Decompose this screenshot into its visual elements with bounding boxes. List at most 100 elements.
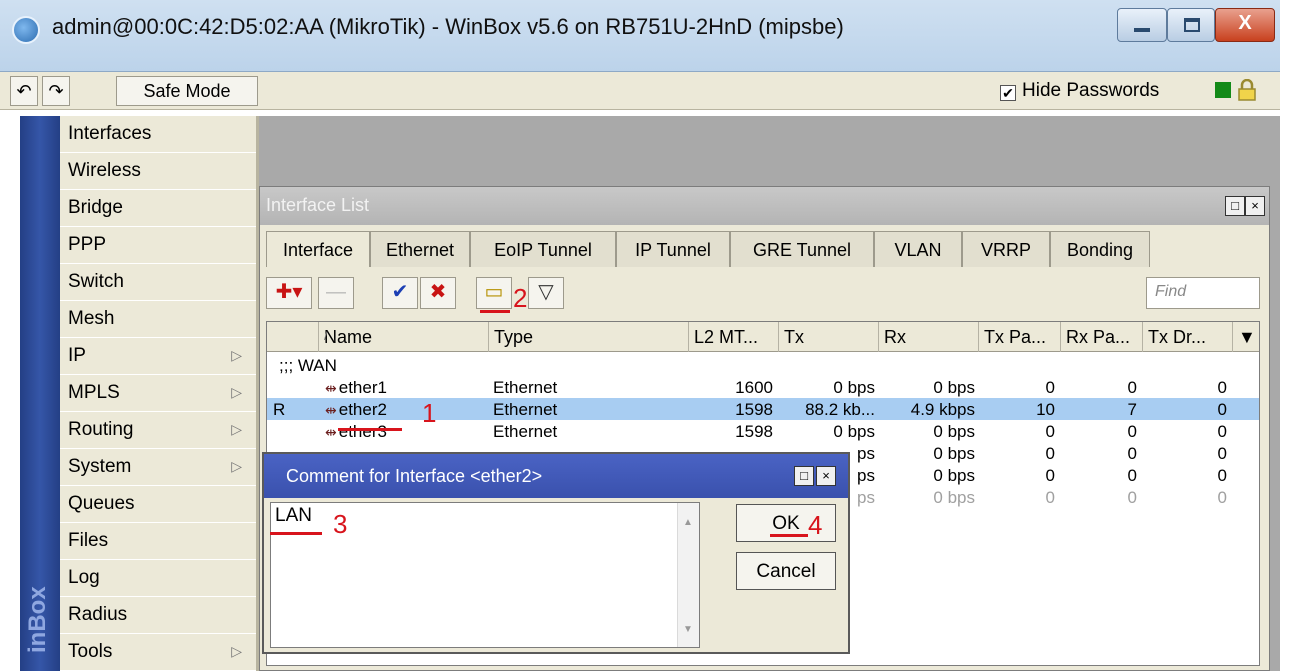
sidebar-item-ip[interactable]: IP ▷ xyxy=(60,338,256,375)
interface-list-maximize-button[interactable]: □ xyxy=(1225,196,1245,216)
submenu-arrow-icon: ▷ xyxy=(231,347,242,363)
submenu-arrow-icon: ▷ xyxy=(231,421,242,437)
interface-list-title: Interface List xyxy=(266,195,370,215)
disable-icon[interactable]: ✖ xyxy=(420,277,456,309)
step3-underline xyxy=(270,532,322,535)
table-row-selected[interactable]: R ⇹ ether2 Ethernet 1598 88.2 kb... 4.9 k… xyxy=(267,398,1259,420)
tab-bonding[interactable]: Bonding xyxy=(1050,231,1150,267)
sidebar-menu: Interfaces Wireless Bridge PPP Switch Me… xyxy=(60,116,256,671)
column-type[interactable]: Type xyxy=(489,322,689,352)
comment-dialog-titlebar[interactable]: Comment for Interface <ether2> □ × xyxy=(264,454,848,498)
sidebar-item-radius[interactable]: Radius xyxy=(60,597,256,634)
checkbox-check-icon[interactable]: ✔ xyxy=(1000,85,1016,101)
hide-passwords-label: Hide Passwords xyxy=(1022,80,1160,101)
maximize-icon xyxy=(1184,18,1200,32)
close-button[interactable]: X xyxy=(1215,8,1275,42)
minimize-icon xyxy=(1134,28,1150,32)
step4-annotation: 4 xyxy=(808,510,823,540)
group-comment-row[interactable]: ;;; WAN xyxy=(267,354,1259,376)
winbox-brand-strip: inBox xyxy=(20,116,60,671)
connection-status-icon xyxy=(1215,82,1231,98)
column-tx[interactable]: Tx xyxy=(779,322,879,352)
sidebar-item-bridge[interactable]: Bridge xyxy=(60,190,256,227)
maximize-button[interactable] xyxy=(1167,8,1215,42)
brand-text: inBox xyxy=(24,586,51,653)
comment-icon[interactable]: ▭ xyxy=(476,277,512,309)
table-row[interactable]: ⇹ ether3 Ethernet 1598 0 bps 0 bps 0 0 0 xyxy=(267,420,1259,442)
comment-text[interactable]: LAN xyxy=(275,505,312,527)
scroll-down-icon[interactable]: ▼ xyxy=(683,624,693,635)
tab-interface[interactable]: Interface xyxy=(266,231,370,267)
step2-underline xyxy=(480,310,510,313)
find-input[interactable]: Find xyxy=(1146,277,1260,309)
comment-dialog-title: Comment for Interface <ether2> xyxy=(286,466,543,486)
redo-button[interactable]: ↷ xyxy=(42,76,70,106)
sidebar-item-queues[interactable]: Queues xyxy=(60,486,256,523)
filter-icon[interactable]: ▽ xyxy=(528,277,564,309)
tab-gre-tunnel[interactable]: GRE Tunnel xyxy=(730,231,874,267)
running-flag: R xyxy=(273,400,286,419)
chevron-down-icon: ▼ xyxy=(1238,327,1256,347)
tab-ip-tunnel[interactable]: IP Tunnel xyxy=(616,231,730,267)
minimize-button[interactable] xyxy=(1117,8,1167,42)
lock-icon xyxy=(1238,79,1256,101)
comment-dialog: Comment for Interface <ether2> □ × LAN ▲… xyxy=(262,452,850,654)
tab-ethernet[interactable]: Ethernet xyxy=(370,231,470,267)
step1-underline xyxy=(338,428,402,431)
step2-annotation: 2 xyxy=(513,283,528,313)
sidebar-item-tools[interactable]: Tools ▷ xyxy=(60,634,256,671)
tab-vlan[interactable]: VLAN xyxy=(874,231,962,267)
submenu-arrow-icon: ▷ xyxy=(231,458,242,474)
sidebar-item-ppp[interactable]: PPP xyxy=(60,227,256,264)
cancel-button[interactable]: Cancel xyxy=(736,552,836,590)
column-l2mtu[interactable]: L2 MT... xyxy=(689,322,779,352)
column-name[interactable]: Name / xyxy=(319,322,489,352)
table-header: Name / Type L2 MT... Tx Rx Tx Pa... Rx Pa… xyxy=(267,322,1259,352)
step3-annotation: 3 xyxy=(333,509,348,539)
sidebar-item-switch[interactable]: Switch xyxy=(60,264,256,301)
winbox-app-icon xyxy=(12,16,40,44)
sidebar-item-files[interactable]: Files xyxy=(60,523,256,560)
window-title: admin@00:0C:42:D5:02:AA (MikroTik) - Win… xyxy=(52,14,844,39)
remove-icon[interactable]: — xyxy=(318,277,354,309)
comment-scrollbar[interactable]: ▲ ▼ xyxy=(677,503,699,647)
undo-button[interactable]: ↶ xyxy=(10,76,38,106)
scroll-up-icon[interactable]: ▲ xyxy=(683,517,693,528)
window-titlebar[interactable]: admin@00:0C:42:D5:02:AA (MikroTik) - Win… xyxy=(0,0,1282,72)
sidebar-item-mpls[interactable]: MPLS ▷ xyxy=(60,375,256,412)
enable-icon[interactable]: ✔ xyxy=(382,277,418,309)
table-row[interactable]: ⇹ ether1 Ethernet 1600 0 bps 0 bps 0 0 0 xyxy=(267,376,1259,398)
redo-icon: ↷ xyxy=(48,81,64,101)
submenu-arrow-icon: ▷ xyxy=(231,643,242,659)
column-rx[interactable]: Rx xyxy=(879,322,979,352)
sidebar-item-log[interactable]: Log xyxy=(60,560,256,597)
sidebar-item-mesh[interactable]: Mesh xyxy=(60,301,256,338)
interface-list-close-button[interactable]: × xyxy=(1245,196,1265,216)
tab-vrrp[interactable]: VRRP xyxy=(962,231,1050,267)
submenu-arrow-icon: ▷ xyxy=(231,384,242,400)
add-icon[interactable]: ✚▾ xyxy=(266,277,312,309)
column-rx-packets[interactable]: Rx Pa... xyxy=(1061,322,1143,352)
step4-underline xyxy=(770,534,808,537)
step1-annotation: 1 xyxy=(422,398,437,428)
group-comment: ;;; WAN xyxy=(279,356,337,375)
undo-icon: ↶ xyxy=(16,81,32,101)
safe-mode-button[interactable]: Safe Mode xyxy=(116,76,258,106)
hide-passwords-checkbox[interactable]: ✔ Hide Passwords xyxy=(1000,80,1159,102)
close-icon: X xyxy=(1238,12,1252,34)
sidebar-item-routing[interactable]: Routing ▷ xyxy=(60,412,256,449)
sort-indicator-icon: / xyxy=(324,329,328,343)
ethernet-interface-icon: ⇹ xyxy=(325,424,337,440)
ethernet-interface-icon: ⇹ xyxy=(325,402,337,418)
column-tx-packets[interactable]: Tx Pa... xyxy=(979,322,1061,352)
sidebar-item-interfaces[interactable]: Interfaces xyxy=(60,116,256,153)
columns-dropdown-button[interactable]: ▼ xyxy=(1233,322,1259,352)
interface-list-titlebar[interactable]: Interface List □ × xyxy=(260,187,1269,225)
column-tx-drops[interactable]: Tx Dr... xyxy=(1143,322,1233,352)
column-flag[interactable] xyxy=(267,322,319,352)
sidebar-item-system[interactable]: System ▷ xyxy=(60,449,256,486)
sidebar-item-wireless[interactable]: Wireless xyxy=(60,153,256,190)
tab-eoip-tunnel[interactable]: EoIP Tunnel xyxy=(470,231,616,267)
dialog-maximize-button[interactable]: □ xyxy=(794,466,814,486)
dialog-close-button[interactable]: × xyxy=(816,466,836,486)
